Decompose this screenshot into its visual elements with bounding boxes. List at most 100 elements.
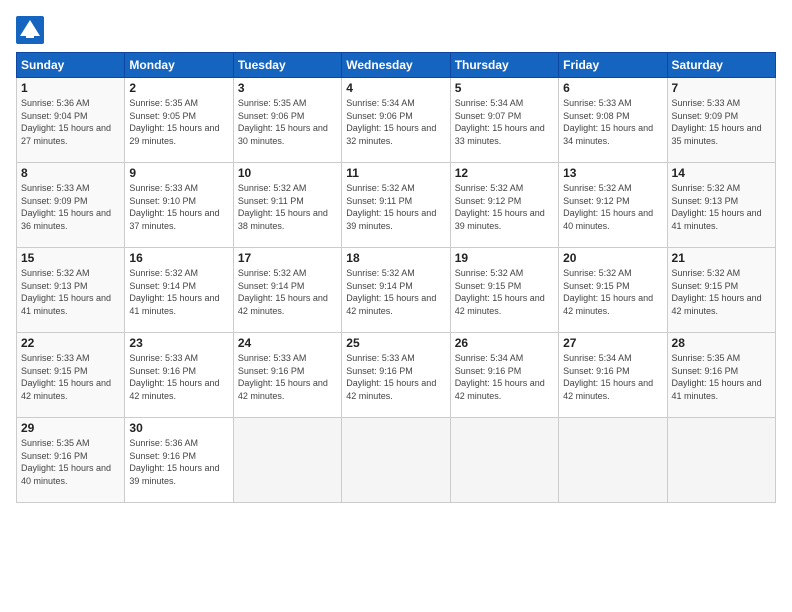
day-info: Sunrise: 5:32 AM Sunset: 9:15 PM Dayligh… xyxy=(455,267,554,317)
day-number: 17 xyxy=(238,251,337,265)
logo-icon xyxy=(16,16,44,44)
table-row: 14 Sunrise: 5:32 AM Sunset: 9:13 PM Dayli… xyxy=(667,163,775,248)
day-number: 30 xyxy=(129,421,228,435)
day-number: 6 xyxy=(563,81,662,95)
day-info: Sunrise: 5:34 AM Sunset: 9:06 PM Dayligh… xyxy=(346,97,445,147)
table-row: 6 Sunrise: 5:33 AM Sunset: 9:08 PM Daylig… xyxy=(559,78,667,163)
calendar-table: Sunday Monday Tuesday Wednesday Thursday… xyxy=(16,52,776,503)
table-row: 15 Sunrise: 5:32 AM Sunset: 9:13 PM Dayli… xyxy=(17,248,125,333)
table-row: 24 Sunrise: 5:33 AM Sunset: 9:16 PM Dayli… xyxy=(233,333,341,418)
table-row: 5 Sunrise: 5:34 AM Sunset: 9:07 PM Daylig… xyxy=(450,78,558,163)
day-info: Sunrise: 5:32 AM Sunset: 9:12 PM Dayligh… xyxy=(563,182,662,232)
table-row: 2 Sunrise: 5:35 AM Sunset: 9:05 PM Daylig… xyxy=(125,78,233,163)
table-row: 12 Sunrise: 5:32 AM Sunset: 9:12 PM Dayli… xyxy=(450,163,558,248)
col-header-friday: Friday xyxy=(559,53,667,78)
table-row: 13 Sunrise: 5:32 AM Sunset: 9:12 PM Dayli… xyxy=(559,163,667,248)
table-row: 10 Sunrise: 5:32 AM Sunset: 9:11 PM Dayli… xyxy=(233,163,341,248)
day-info: Sunrise: 5:33 AM Sunset: 9:16 PM Dayligh… xyxy=(238,352,337,402)
day-info: Sunrise: 5:33 AM Sunset: 9:09 PM Dayligh… xyxy=(21,182,120,232)
table-row: 8 Sunrise: 5:33 AM Sunset: 9:09 PM Daylig… xyxy=(17,163,125,248)
col-header-wednesday: Wednesday xyxy=(342,53,450,78)
day-info: Sunrise: 5:34 AM Sunset: 9:07 PM Dayligh… xyxy=(455,97,554,147)
day-number: 15 xyxy=(21,251,120,265)
table-row xyxy=(342,418,450,503)
day-number: 22 xyxy=(21,336,120,350)
day-number: 1 xyxy=(21,81,120,95)
table-row: 1 Sunrise: 5:36 AM Sunset: 9:04 PM Daylig… xyxy=(17,78,125,163)
table-row: 27 Sunrise: 5:34 AM Sunset: 9:16 PM Dayli… xyxy=(559,333,667,418)
day-number: 25 xyxy=(346,336,445,350)
col-header-saturday: Saturday xyxy=(667,53,775,78)
day-info: Sunrise: 5:32 AM Sunset: 9:12 PM Dayligh… xyxy=(455,182,554,232)
day-number: 13 xyxy=(563,166,662,180)
day-info: Sunrise: 5:34 AM Sunset: 9:16 PM Dayligh… xyxy=(455,352,554,402)
table-row xyxy=(233,418,341,503)
day-info: Sunrise: 5:32 AM Sunset: 9:15 PM Dayligh… xyxy=(672,267,771,317)
table-row: 25Sunrise: 5:33 AM Sunset: 9:16 PM Dayli… xyxy=(342,333,450,418)
table-row: 28 Sunrise: 5:35 AM Sunset: 9:16 PM Dayli… xyxy=(667,333,775,418)
day-number: 19 xyxy=(455,251,554,265)
col-header-thursday: Thursday xyxy=(450,53,558,78)
day-number: 27 xyxy=(563,336,662,350)
day-number: 10 xyxy=(238,166,337,180)
day-info: Sunrise: 5:33 AM Sunset: 9:15 PM Dayligh… xyxy=(21,352,120,402)
logo xyxy=(16,16,48,44)
table-row xyxy=(559,418,667,503)
table-row: 16 Sunrise: 5:32 AM Sunset: 9:14 PM Dayli… xyxy=(125,248,233,333)
table-row: 30 Sunrise: 5:36 AM Sunset: 9:16 PM Dayli… xyxy=(125,418,233,503)
day-number: 7 xyxy=(672,81,771,95)
day-number: 2 xyxy=(129,81,228,95)
day-info: Sunrise: 5:34 AM Sunset: 9:16 PM Dayligh… xyxy=(563,352,662,402)
day-info: Sunrise: 5:33 AM Sunset: 9:10 PM Dayligh… xyxy=(129,182,228,232)
day-number: 20 xyxy=(563,251,662,265)
day-number: 8 xyxy=(21,166,120,180)
table-row: 11 Sunrise: 5:32 AM Sunset: 9:11 PM Dayli… xyxy=(342,163,450,248)
day-info: Sunrise: 5:36 AM Sunset: 9:04 PM Dayligh… xyxy=(21,97,120,147)
day-info: Sunrise: 5:33 AM Sunset: 9:16 PM Dayligh… xyxy=(129,352,228,402)
day-info: Sunrise: 5:35 AM Sunset: 9:16 PM Dayligh… xyxy=(21,437,120,487)
day-info: Sunrise: 5:35 AM Sunset: 9:16 PM Dayligh… xyxy=(672,352,771,402)
day-number: 3 xyxy=(238,81,337,95)
day-info: Sunrise: 5:32 AM Sunset: 9:15 PM Dayligh… xyxy=(563,267,662,317)
day-info: Sunrise: 5:32 AM Sunset: 9:11 PM Dayligh… xyxy=(346,182,445,232)
day-info: Sunrise: 5:32 AM Sunset: 9:13 PM Dayligh… xyxy=(21,267,120,317)
col-header-sunday: Sunday xyxy=(17,53,125,78)
day-number: 26 xyxy=(455,336,554,350)
day-number: 18 xyxy=(346,251,445,265)
day-number: 21 xyxy=(672,251,771,265)
day-number: 4 xyxy=(346,81,445,95)
table-row: 9Sunrise: 5:33 AM Sunset: 9:10 PM Daylig… xyxy=(125,163,233,248)
day-number: 23 xyxy=(129,336,228,350)
day-info: Sunrise: 5:32 AM Sunset: 9:13 PM Dayligh… xyxy=(672,182,771,232)
table-row xyxy=(667,418,775,503)
table-row: 26 Sunrise: 5:34 AM Sunset: 9:16 PM Dayli… xyxy=(450,333,558,418)
table-row: 3Sunrise: 5:35 AM Sunset: 9:06 PM Daylig… xyxy=(233,78,341,163)
table-row: 4 Sunrise: 5:34 AM Sunset: 9:06 PM Daylig… xyxy=(342,78,450,163)
day-info: Sunrise: 5:33 AM Sunset: 9:08 PM Dayligh… xyxy=(563,97,662,147)
day-info: Sunrise: 5:36 AM Sunset: 9:16 PM Dayligh… xyxy=(129,437,228,487)
table-row: 18 Sunrise: 5:32 AM Sunset: 9:14 PM Dayli… xyxy=(342,248,450,333)
day-number: 12 xyxy=(455,166,554,180)
day-info: Sunrise: 5:32 AM Sunset: 9:14 PM Dayligh… xyxy=(238,267,337,317)
day-info: Sunrise: 5:32 AM Sunset: 9:14 PM Dayligh… xyxy=(346,267,445,317)
table-row xyxy=(450,418,558,503)
table-row: 22 Sunrise: 5:33 AM Sunset: 9:15 PM Dayli… xyxy=(17,333,125,418)
day-info: Sunrise: 5:32 AM Sunset: 9:11 PM Dayligh… xyxy=(238,182,337,232)
day-number: 24 xyxy=(238,336,337,350)
table-row: 17 Sunrise: 5:32 AM Sunset: 9:14 PM Dayli… xyxy=(233,248,341,333)
day-number: 29 xyxy=(21,421,120,435)
day-number: 11 xyxy=(346,166,445,180)
day-info: Sunrise: 5:35 AM Sunset: 9:05 PM Dayligh… xyxy=(129,97,228,147)
day-info: Sunrise: 5:32 AM Sunset: 9:14 PM Dayligh… xyxy=(129,267,228,317)
table-row: 20 Sunrise: 5:32 AM Sunset: 9:15 PM Dayli… xyxy=(559,248,667,333)
day-number: 5 xyxy=(455,81,554,95)
day-number: 28 xyxy=(672,336,771,350)
day-number: 16 xyxy=(129,251,228,265)
col-header-monday: Monday xyxy=(125,53,233,78)
day-number: 14 xyxy=(672,166,771,180)
day-info: Sunrise: 5:33 AM Sunset: 9:09 PM Dayligh… xyxy=(672,97,771,147)
table-row: 19 Sunrise: 5:32 AM Sunset: 9:15 PM Dayli… xyxy=(450,248,558,333)
table-row: 21 Sunrise: 5:32 AM Sunset: 9:15 PM Dayli… xyxy=(667,248,775,333)
col-header-tuesday: Tuesday xyxy=(233,53,341,78)
table-row: 23 Sunrise: 5:33 AM Sunset: 9:16 PM Dayli… xyxy=(125,333,233,418)
